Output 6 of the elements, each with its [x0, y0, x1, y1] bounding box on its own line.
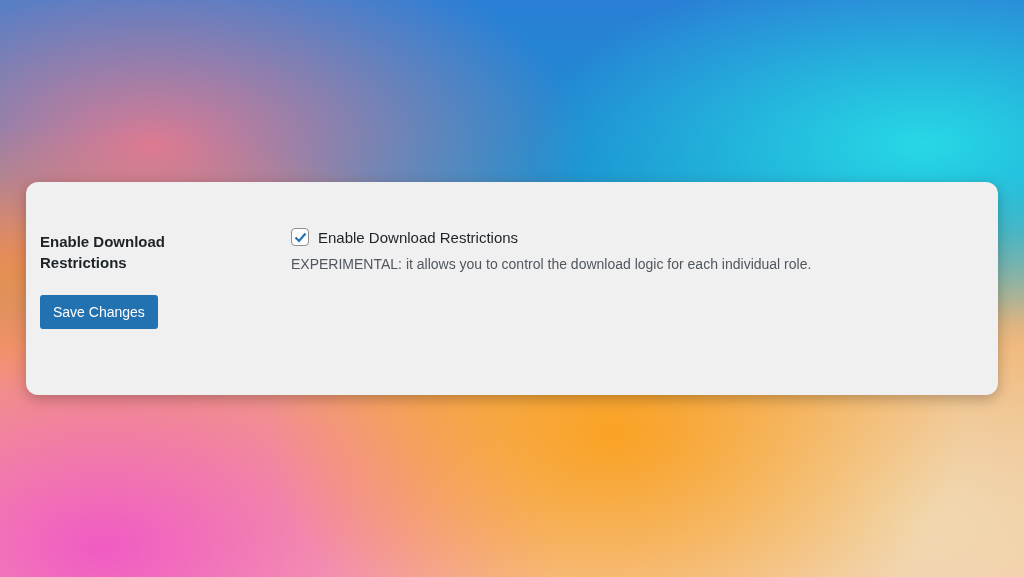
save-button[interactable]: Save Changes	[40, 295, 158, 329]
setting-label: Enable Download Restrictions	[40, 232, 166, 273]
check-icon	[293, 231, 307, 243]
checkbox[interactable]	[291, 228, 309, 246]
checkbox-label[interactable]: Enable Download Restrictions	[318, 228, 519, 246]
setting-description: EXPERIMENTAL: it allows you to control the download logic for each individual role.	[291, 256, 812, 272]
